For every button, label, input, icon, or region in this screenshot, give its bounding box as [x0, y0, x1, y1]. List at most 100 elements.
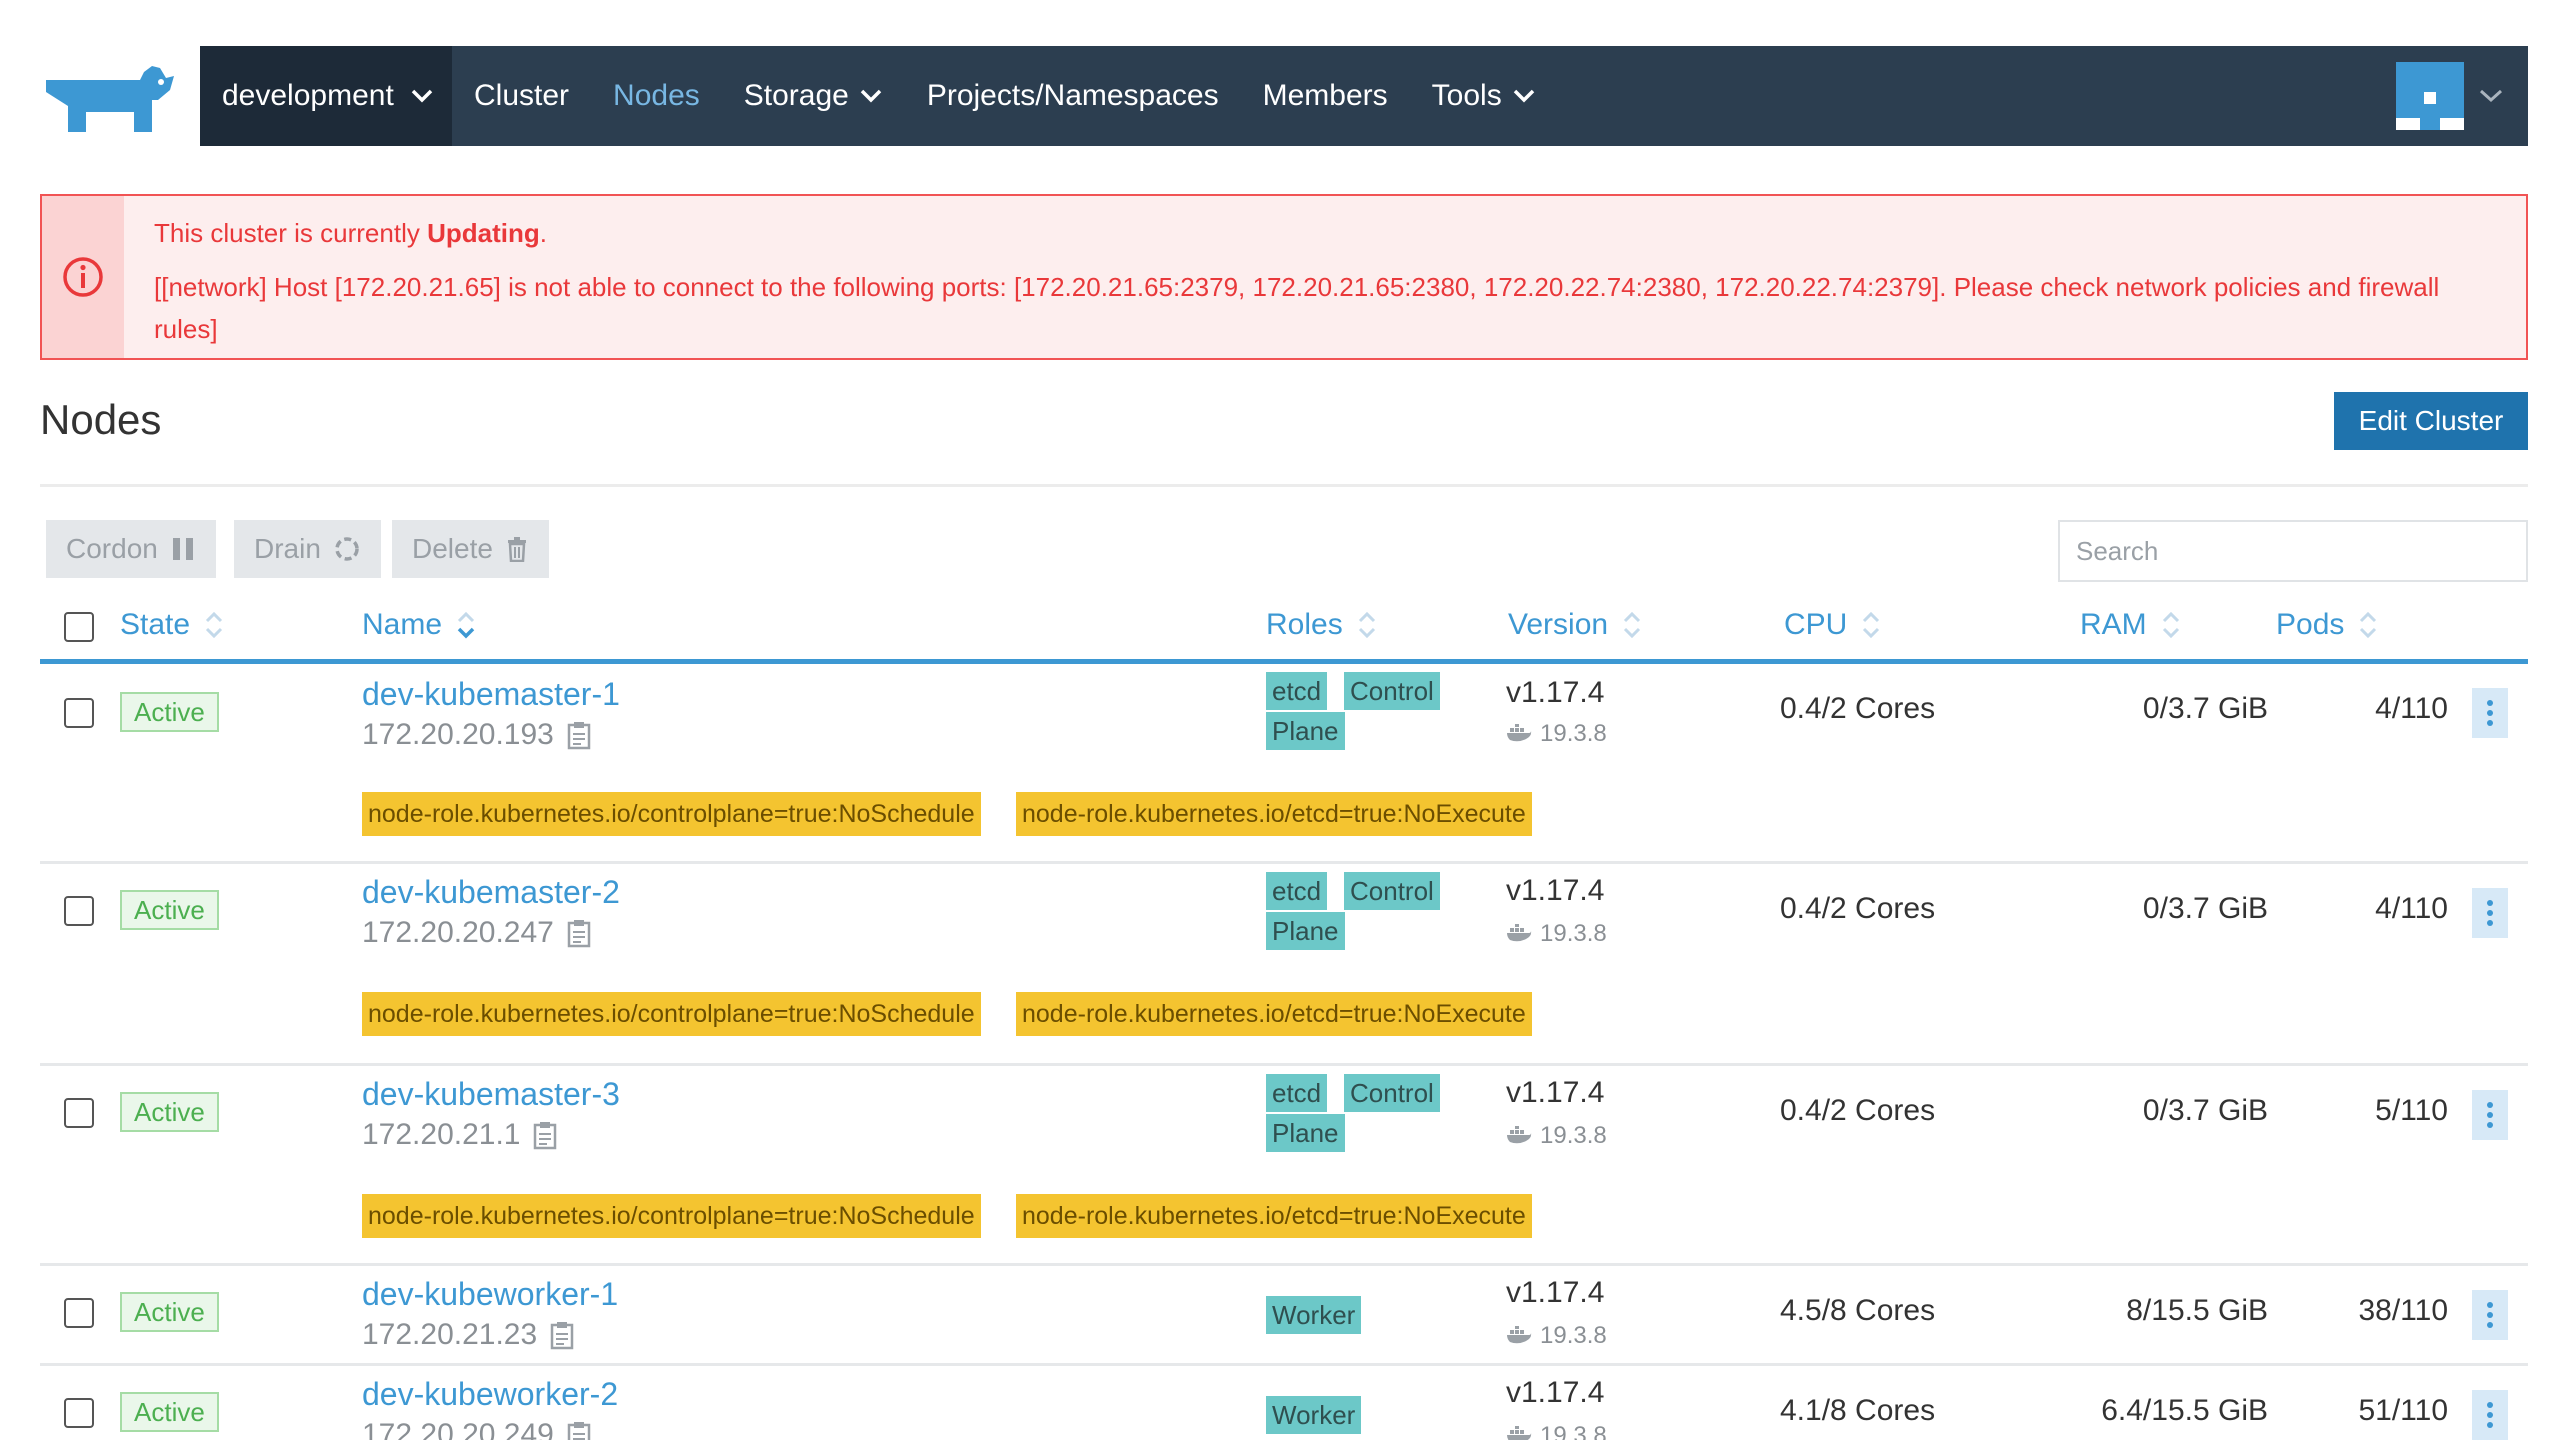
role-badge: Control [1344, 1074, 1440, 1112]
row-actions-button[interactable] [2472, 888, 2508, 938]
clipboard-icon[interactable] [566, 1420, 592, 1440]
table-row: Active dev-kubemaster-3 172.20.21.1 etcd… [40, 1068, 2528, 1266]
docker-version: 19.3.8 [1506, 1422, 1607, 1440]
drain-label: Drain [254, 533, 321, 564]
ip-text: 172.20.21.23 [362, 1318, 538, 1351]
role-badge: Plane [1266, 712, 1345, 750]
clipboard-icon[interactable] [532, 1120, 558, 1150]
search-input[interactable] [2058, 520, 2528, 582]
delete-button[interactable]: Delete [392, 520, 549, 578]
column-label: Roles [1266, 608, 1343, 641]
row-actions-button[interactable] [2472, 1390, 2508, 1440]
cpu-usage: 0.4/2 Cores [1780, 892, 1936, 925]
spinner-icon [335, 537, 359, 561]
cpu-usage: 4.5/8 Cores [1780, 1294, 1936, 1327]
nav-label: Members [1262, 79, 1388, 112]
taint-badge: node-role.kubernetes.io/etcd=true:NoExec… [1016, 992, 1532, 1036]
banner-icon-area [42, 196, 124, 358]
trash-icon [507, 537, 526, 562]
nav-label: Cluster [474, 79, 570, 112]
column-version[interactable]: Version [1508, 608, 1642, 642]
nav-tools[interactable]: Tools [1432, 79, 1536, 113]
role-badge: etcd [1266, 1074, 1328, 1112]
column-ram[interactable]: RAM [2080, 608, 2181, 642]
nav-nodes[interactable]: Nodes [613, 79, 700, 113]
pods-count: 4/110 [2375, 892, 2448, 925]
column-roles[interactable]: Roles [1266, 608, 1377, 642]
chevron-down-icon [2479, 89, 2503, 103]
avatar [2396, 62, 2464, 130]
nav-label: Tools [1431, 79, 1502, 112]
column-pods[interactable]: Pods [2276, 608, 2378, 642]
user-menu[interactable] [2396, 62, 2504, 130]
rancher-logo-icon[interactable] [40, 62, 178, 134]
kubernetes-version: v1.17.4 [1506, 874, 1605, 907]
docker-version-text: 19.3.8 [1540, 920, 1607, 947]
nav-cluster[interactable]: Cluster [474, 79, 569, 113]
page-title: Nodes [40, 396, 162, 443]
ram-usage: 6.4/15.5 GiB [2101, 1394, 2268, 1427]
taint-badge: node-role.kubernetes.io/controlplane=tru… [362, 1194, 981, 1238]
cpu-usage: 0.4/2 Cores [1780, 692, 1936, 725]
edit-cluster-button[interactable]: Edit Cluster [2334, 392, 2528, 450]
nav-members[interactable]: Members [1263, 79, 1388, 113]
kubernetes-version: v1.17.4 [1506, 1276, 1605, 1309]
ip-text: 172.20.21.1 [362, 1118, 521, 1151]
node-name-link[interactable]: dev-kubemaster-1 [362, 676, 620, 713]
status-badge: Active [120, 1392, 219, 1432]
node-name-link[interactable]: dev-kubeworker-2 [362, 1376, 618, 1413]
node-ip: 172.20.20.247 [362, 916, 592, 950]
kebab-menu-icon [2487, 1302, 2493, 1328]
docker-version: 19.3.8 [1506, 920, 1607, 948]
row-checkbox[interactable] [64, 698, 94, 728]
docker-version: 19.3.8 [1506, 720, 1607, 748]
clipboard-icon[interactable] [549, 1320, 575, 1350]
row-checkbox[interactable] [64, 1398, 94, 1428]
docker-icon [1507, 1126, 1532, 1144]
chevron-down-icon [1513, 89, 1534, 103]
status-badge: Active [120, 692, 219, 732]
row-actions-button[interactable] [2472, 1290, 2508, 1340]
kubernetes-version: v1.17.4 [1506, 676, 1605, 709]
column-cpu[interactable]: CPU [1784, 608, 1881, 642]
kubernetes-version: v1.17.4 [1506, 1376, 1605, 1409]
drain-button[interactable]: Drain [234, 520, 381, 578]
banner-body: This cluster is currently Updating. [[ne… [124, 196, 2526, 358]
node-name-link[interactable]: dev-kubemaster-3 [362, 1076, 620, 1113]
cordon-button[interactable]: Cordon [46, 520, 216, 578]
cluster-selector[interactable]: development [200, 46, 452, 146]
role-badge: Plane [1266, 1114, 1345, 1152]
row-actions-button[interactable] [2472, 1090, 2508, 1140]
select-all-checkbox[interactable] [64, 612, 94, 642]
banner-prefix: This cluster is currently [154, 218, 428, 248]
clipboard-icon[interactable] [566, 720, 592, 750]
alert-circle-icon [63, 257, 103, 297]
sort-icon [1358, 611, 1375, 639]
delete-label: Delete [412, 533, 493, 564]
row-checkbox[interactable] [64, 896, 94, 926]
table-header: State Name Roles Version CPU RAM Pods [40, 604, 2528, 664]
pods-count: 4/110 [2375, 692, 2448, 725]
pods-count: 5/110 [2375, 1094, 2448, 1127]
nav-storage[interactable]: Storage [744, 79, 883, 113]
node-ip: 172.20.20.249 [362, 1418, 592, 1440]
docker-icon [1507, 724, 1532, 742]
node-name-link[interactable]: dev-kubemaster-2 [362, 874, 620, 911]
row-checkbox[interactable] [64, 1298, 94, 1328]
banner-status-line: This cluster is currently Updating. [154, 212, 2498, 254]
ip-text: 172.20.20.249 [362, 1418, 554, 1440]
column-name[interactable]: Name [362, 608, 476, 642]
node-name-link[interactable]: dev-kubeworker-1 [362, 1276, 618, 1313]
docker-version-text: 19.3.8 [1540, 1322, 1607, 1349]
status-badge: Active [120, 1292, 219, 1332]
row-checkbox[interactable] [64, 1098, 94, 1128]
column-state[interactable]: State [120, 608, 224, 642]
pause-icon [172, 538, 193, 560]
pods-count: 51/110 [2358, 1394, 2448, 1427]
clipboard-icon[interactable] [566, 918, 592, 948]
nav-projects-namespaces[interactable]: Projects/Namespaces [927, 79, 1219, 113]
row-actions-button[interactable] [2472, 688, 2508, 738]
kebab-menu-icon [2487, 700, 2493, 726]
role-badge: etcd [1266, 872, 1328, 910]
status-badge: Active [120, 1092, 219, 1132]
